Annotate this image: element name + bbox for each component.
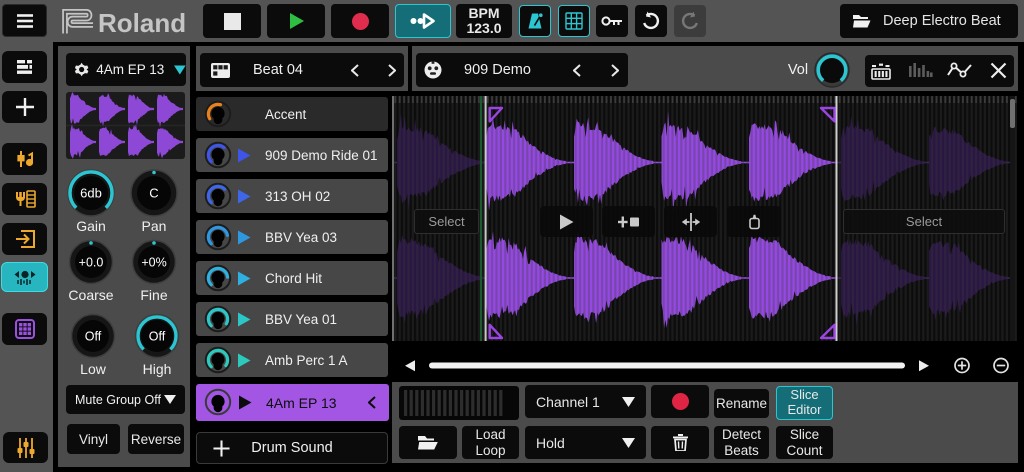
svg-text:Pan: Pan — [142, 218, 167, 234]
svg-text:+0%: +0% — [141, 256, 166, 270]
svg-text:Gain: Gain — [76, 218, 106, 234]
svg-text:High: High — [143, 361, 172, 377]
svg-text:Low: Low — [80, 361, 107, 377]
svg-text:6db: 6db — [80, 186, 102, 201]
svg-text:Off: Off — [85, 330, 102, 344]
svg-text:C: C — [149, 186, 158, 201]
svg-text:Roland: Roland — [98, 8, 186, 38]
svg-text:Fine: Fine — [140, 287, 167, 303]
svg-text:+0.0: +0.0 — [79, 256, 104, 270]
svg-text:Coarse: Coarse — [68, 287, 113, 303]
svg-text:Off: Off — [149, 330, 166, 344]
